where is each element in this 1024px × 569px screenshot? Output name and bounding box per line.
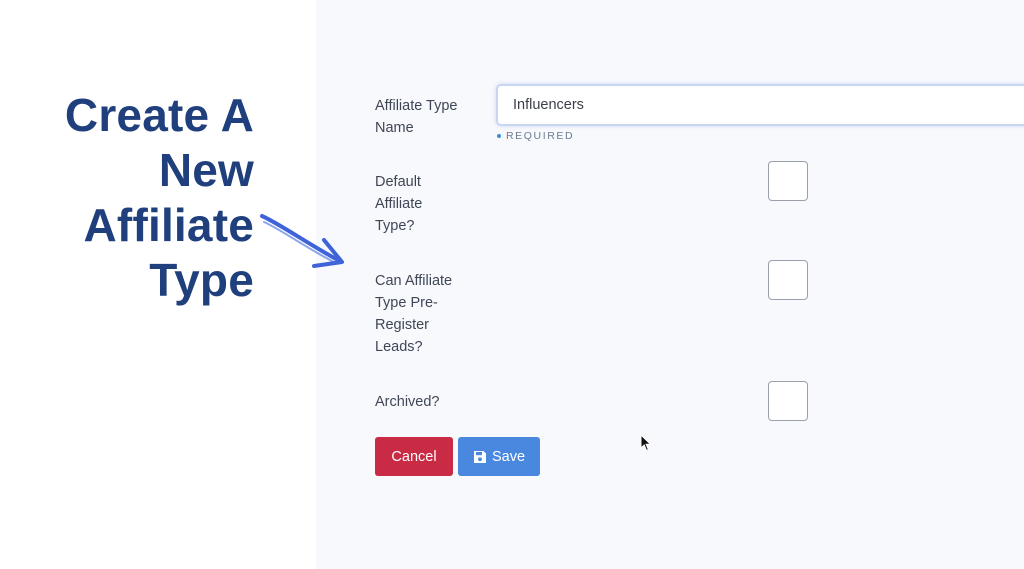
required-hint: REQUIRED [497,130,574,142]
pre-register-leads-checkbox[interactable] [768,260,808,300]
promo-line: Create A [64,89,254,141]
default-affiliate-type-checkbox[interactable] [768,161,808,201]
default-affiliate-type-label: Default Affiliate Type? [375,174,423,234]
pointer-arrow-icon [260,214,344,268]
save-button-label: Save [491,448,526,465]
affiliate-type-name-label: Affiliate Type Name [375,98,458,136]
cancel-button[interactable]: Cancel [375,437,453,476]
promo-heading: Create A New Affiliate Type [0,88,254,308]
save-button[interactable]: Save [458,437,540,476]
promo-line: Type [149,254,254,306]
promo-line: New [158,144,254,196]
pre-register-leads-label: Can Affiliate Type Pre-Register Leads? [375,273,453,355]
archived-label: Archived? [375,394,440,410]
cancel-button-label: Cancel [391,448,437,465]
mouse-cursor-icon [640,434,652,452]
required-dot-icon [497,134,501,138]
archived-checkbox[interactable] [768,381,808,421]
required-text: REQUIRED [506,130,575,142]
floppy-disk-icon [473,450,486,463]
affiliate-type-name-input[interactable] [496,84,1024,126]
promo-line: Affiliate [83,199,254,251]
